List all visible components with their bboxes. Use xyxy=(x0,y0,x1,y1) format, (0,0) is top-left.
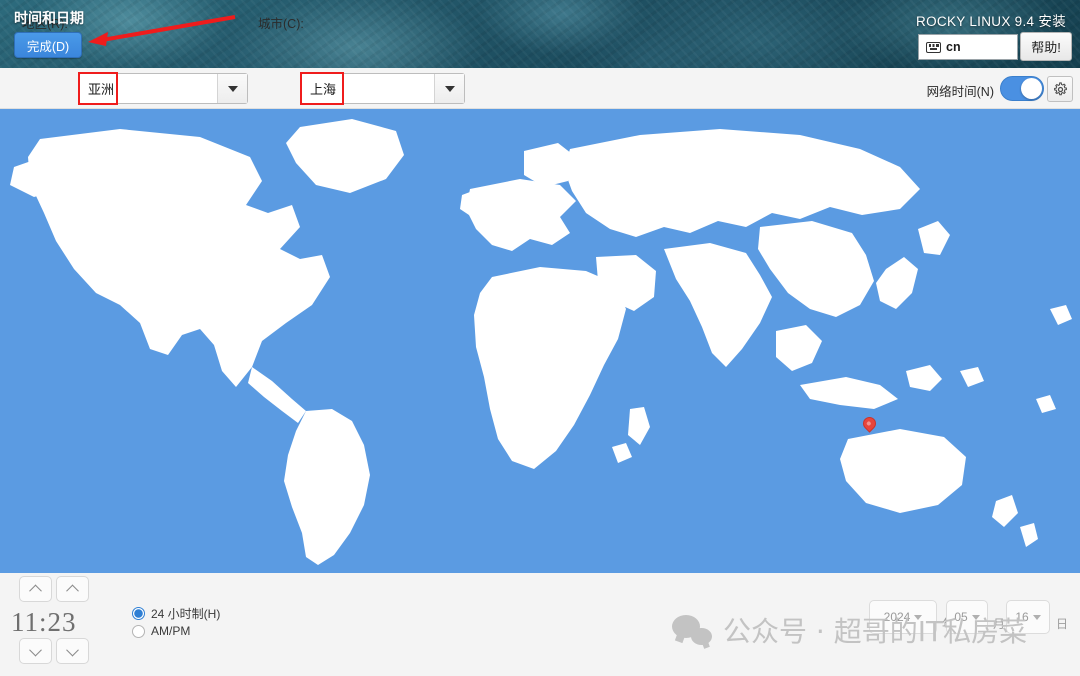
world-map[interactable] xyxy=(0,109,1080,573)
toggle-knob xyxy=(1021,78,1042,99)
help-button[interactable]: 帮助! xyxy=(1020,32,1072,61)
region-value: 亚洲 xyxy=(88,82,115,97)
year-value: 2024 xyxy=(883,610,911,624)
chevron-down-icon[interactable] xyxy=(217,74,247,103)
minute-increment-button[interactable] xyxy=(56,576,89,602)
ntp-settings-button[interactable] xyxy=(1047,76,1073,102)
month-unit-label: 月 xyxy=(993,617,1006,631)
day-value: 16 xyxy=(1015,610,1029,624)
time-format-24h-option[interactable]: 24 小时制(H) xyxy=(132,605,220,622)
year-select[interactable]: 2024 xyxy=(869,600,937,634)
month-value: 05 xyxy=(954,610,968,624)
keyboard-layout-indicator[interactable]: cn xyxy=(918,34,1018,60)
city-value: 上海 xyxy=(310,82,337,97)
region-select[interactable]: 亚洲 xyxy=(78,73,248,104)
radio-selected-icon xyxy=(132,607,145,620)
time-format-ampm-option[interactable]: AM/PM xyxy=(132,624,190,638)
hour-increment-button[interactable] xyxy=(19,576,52,602)
minute-decrement-button[interactable] xyxy=(56,638,89,664)
chevron-down-icon[interactable] xyxy=(434,74,464,103)
chevron-down-icon xyxy=(914,614,923,620)
chevron-down-icon xyxy=(1032,614,1041,620)
time-format-24h-label: 24 小时制(H) xyxy=(151,607,221,621)
world-map-svg xyxy=(10,119,1072,565)
gear-icon xyxy=(1053,81,1067,95)
network-time-toggle[interactable] xyxy=(1000,76,1044,101)
time-format-ampm-label: AM/PM xyxy=(151,624,191,638)
page-title: 时间和日期 xyxy=(14,10,84,26)
keyboard-layout-label: cn xyxy=(946,40,961,54)
keyboard-icon xyxy=(926,41,941,53)
network-time-label: 网络时间(N) xyxy=(926,85,994,99)
hour-decrement-button[interactable] xyxy=(19,638,52,664)
month-select[interactable]: 05 xyxy=(946,600,988,634)
done-button[interactable]: 完成(D) xyxy=(14,32,82,58)
city-label: 城市(C): xyxy=(258,17,304,31)
installer-header: 时间和日期 完成(D) ROCKY LINUX 9.4 安装 cn 帮助! xyxy=(0,0,1080,68)
chevron-down-icon xyxy=(971,614,980,620)
radio-unselected-icon xyxy=(132,624,145,638)
day-unit-label: 日 xyxy=(1056,617,1069,631)
day-select[interactable]: 16 xyxy=(1006,600,1050,634)
city-select[interactable]: 上海 xyxy=(300,73,465,104)
product-title: ROCKY LINUX 9.4 安装 xyxy=(916,14,1066,29)
installer-window: 时间和日期 完成(D) ROCKY LINUX 9.4 安装 cn 帮助! 地区… xyxy=(0,0,1080,676)
time-display: 11:23 xyxy=(11,607,77,637)
